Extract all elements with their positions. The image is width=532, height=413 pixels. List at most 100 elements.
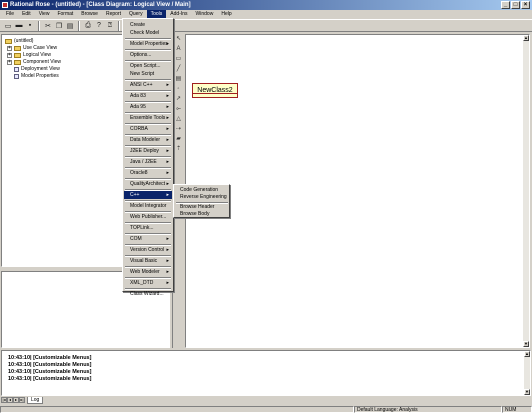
menu-edit[interactable]: Edit	[18, 10, 35, 19]
menu-item-xml-dtd[interactable]: XML_DTD ▸	[124, 279, 172, 287]
folder-icon	[14, 45, 21, 51]
minimize-button[interactable]: _	[501, 1, 510, 9]
menu-format[interactable]: Format	[53, 10, 77, 19]
open-icon[interactable]: ▬	[14, 21, 24, 31]
folder-icon	[14, 59, 21, 65]
menu-item-ansi-c[interactable]: ANSI C++ ▸	[124, 81, 172, 89]
paste-icon[interactable]: ▤	[65, 21, 75, 31]
interface-tool-icon[interactable]: ◦	[175, 86, 182, 93]
log-pane[interactable]: 10:43:10| [Customizable Menus] 10:43:10|…	[1, 350, 531, 396]
menu-item-class-wizard[interactable]: Class Wizard...	[124, 290, 172, 298]
menu-view[interactable]: View	[35, 10, 54, 19]
menu-item-open-script[interactable]: Open Script...	[124, 62, 172, 70]
menu-window[interactable]: Window	[192, 10, 218, 19]
folder-icon	[14, 52, 21, 58]
cut-icon[interactable]: ✂	[43, 21, 53, 31]
menu-item-model-integrator[interactable]: Model Integrator	[124, 202, 172, 210]
status-num: NUM	[502, 405, 532, 413]
scroll-up-icon[interactable]: ▲	[524, 351, 530, 357]
menu-item-create[interactable]: Create	[124, 21, 172, 29]
menu-item-com[interactable]: COM ▸	[124, 235, 172, 243]
menu-item-web-publisher[interactable]: Web Publisher...	[124, 213, 172, 221]
association-tool-icon[interactable]: ↗	[175, 96, 182, 103]
tree-item-label: Use Case View	[23, 45, 58, 51]
package-tool-icon[interactable]: ▰	[175, 136, 182, 143]
menu-item-options[interactable]: Options...	[124, 51, 172, 59]
menu-item-oracle8[interactable]: Oracle8 ▸	[124, 169, 172, 177]
scroll-up-icon[interactable]: ▲	[523, 35, 529, 41]
menu-item-data-modeler[interactable]: Data Modeler ▸	[124, 136, 172, 144]
tree-item-use-case-view[interactable]: + Use Case View	[7, 45, 57, 51]
submenu-item-reverse-engineering[interactable]: Reverse Engineering	[175, 194, 229, 201]
status-bar: Default Language: Analysis NUM	[0, 405, 532, 413]
print-icon[interactable]: ⎙	[83, 21, 93, 31]
submenu-item-browse-header[interactable]: Browse Header	[175, 204, 229, 211]
menu-item-check-model[interactable]: Check Model	[124, 29, 172, 37]
scroll-down-icon[interactable]: ▼	[524, 389, 530, 395]
maximize-button[interactable]: □	[511, 1, 520, 9]
tree-item-root[interactable]: (untitled)	[5, 38, 33, 44]
menu-item-j2ee-deploy[interactable]: J2EE Deploy ▸	[124, 147, 172, 155]
tab-log[interactable]: Log	[27, 396, 44, 404]
menu-item-model-properties[interactable]: Model Properties ▸	[124, 40, 172, 48]
log-scrollbar[interactable]: ▲ ▼	[524, 351, 530, 395]
tree-item-label: (untitled)	[14, 38, 34, 44]
anchor-tool-icon[interactable]: ╱	[175, 66, 182, 73]
toolbar-separator	[38, 20, 40, 31]
close-button[interactable]: ×	[521, 1, 530, 9]
dependency-tool-icon[interactable]: ⇢	[175, 126, 182, 133]
tree-item-deployment-view[interactable]: Deployment View	[14, 66, 60, 72]
tree-item-logical-view[interactable]: + Logical View	[7, 52, 51, 58]
menu-item-version-control[interactable]: Version Control ▸	[124, 246, 172, 254]
expand-icon[interactable]: +	[7, 59, 12, 65]
menu-help[interactable]: Help	[217, 10, 235, 19]
menu-item-ada-95[interactable]: Ada 95 ▸	[124, 103, 172, 111]
menu-item-toplink[interactable]: TOPLink...	[124, 224, 172, 232]
menu-file[interactable]: File	[2, 10, 18, 19]
window-controls: _ □ ×	[501, 1, 530, 9]
menu-browse[interactable]: Browse	[77, 10, 102, 19]
submenu-arrow-icon: ▸	[166, 126, 169, 132]
menu-item-ensemble-tools[interactable]: Ensemble Tools ▸	[124, 114, 172, 122]
menu-item-java-j2ee[interactable]: Java / J2EE ▸	[124, 158, 172, 166]
menu-item-label: J2EE Deploy	[130, 148, 159, 154]
last-tab-icon[interactable]: ▸|	[19, 397, 25, 403]
class-tool-icon[interactable]: ▤	[175, 76, 182, 83]
scroll-down-icon[interactable]: ▼	[523, 341, 529, 347]
log-line: 10:43:10| [Customizable Menus]	[8, 355, 92, 361]
tree-item-model-properties[interactable]: Model Properties	[14, 73, 59, 79]
diagram-canvas[interactable]: NewClass2 ▲ ▼	[185, 34, 530, 348]
submenu-arrow-icon: ▸	[166, 181, 169, 187]
menu-item-corba[interactable]: CORBA ▸	[124, 125, 172, 133]
help-icon[interactable]: ?	[94, 21, 104, 31]
menu-item-ada-83[interactable]: Ada 83 ▸	[124, 92, 172, 100]
note-tool-icon[interactable]: ▭	[175, 56, 182, 63]
menu-item-new-script[interactable]: New Script	[124, 70, 172, 78]
menu-item-web-modeler[interactable]: Web Modeler ▸	[124, 268, 172, 276]
generalization-tool-icon[interactable]: △	[175, 116, 182, 123]
realize-tool-icon[interactable]: ⇡	[175, 146, 182, 153]
submenu-arrow-icon: ▸	[166, 258, 169, 264]
tree-item-component-view[interactable]: + Component View	[7, 59, 61, 65]
log-tab-strip: |◂ ◂ ▸ ▸| Log	[1, 396, 531, 404]
copy-icon[interactable]: ❐	[54, 21, 64, 31]
canvas-scrollbar[interactable]: ▲ ▼	[523, 35, 529, 347]
submenu-item-code-generation[interactable]: Code Generation	[175, 187, 229, 194]
menu-item-c[interactable]: C++ ▸	[124, 191, 172, 199]
class-node[interactable]: NewClass2	[192, 83, 238, 98]
menu-item-label: TOPLink...	[130, 225, 154, 231]
submenu-item-browse-body[interactable]: Browse Body	[175, 211, 229, 218]
menu-item-visual-basic[interactable]: Visual Basic ▸	[124, 257, 172, 265]
new-icon[interactable]: ▭	[3, 21, 13, 31]
submenu-arrow-icon: ▸	[166, 247, 169, 253]
selection-tool-icon[interactable]: ↖	[175, 36, 182, 43]
expand-icon[interactable]: +	[7, 45, 12, 51]
submenu-arrow-icon: ▸	[166, 137, 169, 143]
expand-icon[interactable]: +	[7, 52, 12, 58]
menu-item-qualityarchitect[interactable]: QualityArchitect ▸	[124, 180, 172, 188]
aggregation-tool-icon[interactable]: ⟜	[175, 106, 182, 113]
folder-icon	[5, 38, 12, 44]
save-icon[interactable]: ▪	[25, 21, 35, 31]
text-tool-icon[interactable]: A	[175, 46, 182, 53]
context-help-icon[interactable]: ⍰	[105, 21, 115, 31]
